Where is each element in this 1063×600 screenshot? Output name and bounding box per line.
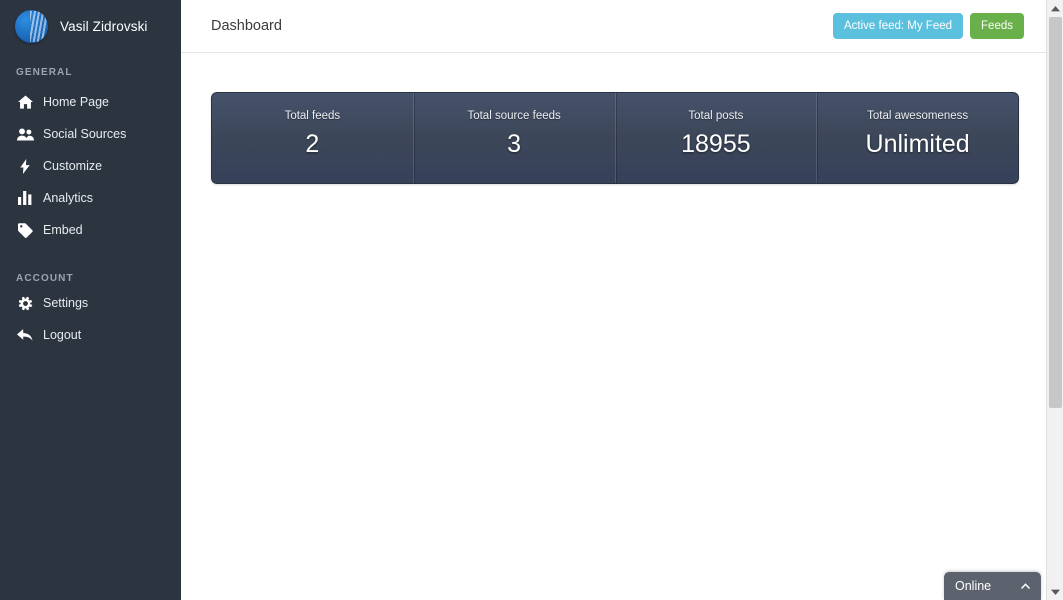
top-bar: Dashboard Active feed: My Feed Feeds	[181, 0, 1063, 53]
page-title: Dashboard	[211, 18, 282, 34]
chat-status-label: Online	[955, 579, 992, 593]
active-feed-button[interactable]: Active feed: My Feed	[833, 13, 964, 39]
feeds-button[interactable]: Feeds	[970, 13, 1024, 39]
app-root: Vasil Zidrovski GENERAL Home Page Social…	[0, 0, 1063, 600]
tag-icon	[16, 222, 34, 238]
sidebar-nav-account: Settings Logout	[0, 287, 181, 351]
reply-arrow-icon	[16, 327, 34, 343]
sidebar: Vasil Zidrovski GENERAL Home Page Social…	[0, 0, 181, 600]
users-icon	[16, 126, 34, 142]
stat-total-source-feeds: Total source feeds 3	[412, 93, 615, 183]
topbar-actions: Active feed: My Feed Feeds	[833, 13, 1046, 39]
main-area: Dashboard Active feed: My Feed Feeds Tot…	[181, 0, 1063, 600]
stat-value: 18955	[681, 130, 751, 158]
stat-label: Total feeds	[284, 110, 341, 122]
sidebar-user-name: Vasil Zidrovski	[60, 18, 148, 34]
stat-total-posts: Total posts 18955	[614, 93, 817, 183]
sidebar-item-social-sources[interactable]: Social Sources	[0, 118, 181, 150]
stat-value: Unlimited	[865, 130, 970, 158]
sidebar-item-analytics[interactable]: Analytics	[0, 182, 181, 214]
chevron-up-icon[interactable]	[1020, 577, 1031, 595]
sidebar-nav-general: Home Page Social Sources Customize Analy…	[0, 86, 181, 246]
stats-panel: Total feeds 2 Total source feeds 3 Total…	[211, 92, 1019, 184]
sidebar-item-label: Settings	[43, 296, 89, 310]
sidebar-brand[interactable]: Vasil Zidrovski	[0, 0, 181, 52]
stat-value: 3	[507, 130, 522, 158]
stat-value: 2	[305, 130, 320, 158]
sidebar-item-embed[interactable]: Embed	[0, 214, 181, 246]
sidebar-section-title-account: ACCOUNT	[16, 272, 74, 284]
sidebar-item-label: Home Page	[43, 95, 110, 109]
scroll-down-arrow-icon[interactable]	[1047, 583, 1063, 600]
bar-chart-icon	[16, 190, 34, 206]
sidebar-item-label: Logout	[43, 328, 82, 342]
stat-label: Total awesomeness	[867, 110, 969, 122]
sidebar-item-customize[interactable]: Customize	[0, 150, 181, 182]
vertical-scrollbar[interactable]	[1046, 0, 1063, 600]
sidebar-item-settings[interactable]: Settings	[0, 287, 181, 319]
sidebar-item-label: Social Sources	[43, 127, 127, 141]
sidebar-item-label: Analytics	[43, 191, 94, 205]
stat-label: Total posts	[688, 110, 744, 122]
home-icon	[16, 94, 34, 110]
sidebar-item-label: Embed	[43, 223, 83, 237]
sidebar-item-logout[interactable]: Logout	[0, 319, 181, 351]
sidebar-item-home-page[interactable]: Home Page	[0, 86, 181, 118]
scroll-up-arrow-icon[interactable]	[1047, 0, 1063, 17]
chat-widget[interactable]: Online	[944, 572, 1041, 600]
content-area: Total feeds 2 Total source feeds 3 Total…	[181, 53, 1063, 184]
avatar-stripes	[30, 10, 47, 42]
gear-icon	[16, 295, 34, 311]
stat-total-awesomeness: Total awesomeness Unlimited	[816, 93, 1018, 183]
stat-label: Total source feeds	[467, 110, 561, 122]
user-avatar-logo	[15, 9, 48, 43]
scrollbar-thumb[interactable]	[1049, 17, 1062, 408]
stat-total-feeds: Total feeds 2	[212, 93, 413, 183]
bolt-icon	[16, 158, 34, 174]
sidebar-section-title-general: GENERAL	[16, 66, 73, 78]
sidebar-item-label: Customize	[43, 159, 103, 173]
